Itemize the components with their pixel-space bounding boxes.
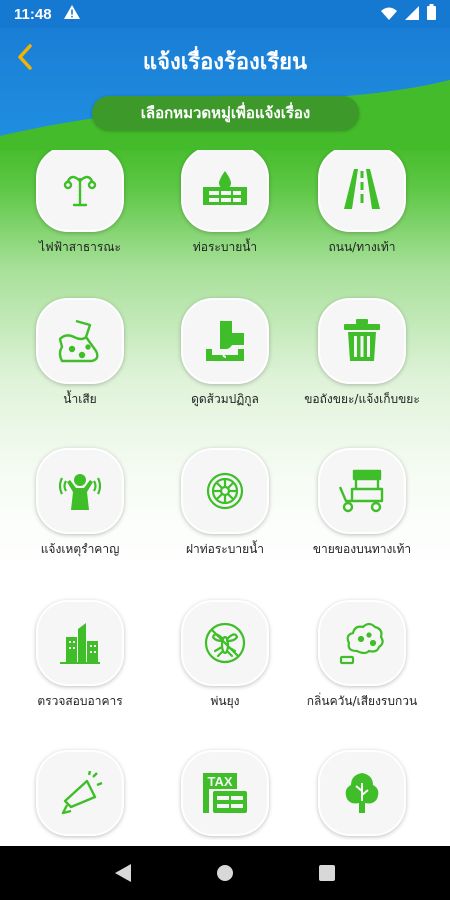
battery-icon: [427, 4, 436, 24]
drain-pipe-icon: [181, 150, 269, 232]
status-time: 11:48: [14, 5, 52, 23]
status-icons: [381, 4, 436, 24]
page-title: แจ้งเรื่องร้องเรียน: [142, 50, 308, 75]
category-label: ขายของบนทางเท้า: [312, 542, 412, 556]
nav-home-button[interactable]: [205, 853, 245, 893]
manhole-cover-icon: [181, 448, 269, 534]
trash-bin-icon: [318, 298, 406, 384]
back-chevron-icon: [18, 44, 32, 70]
street-light-icon: [36, 150, 124, 232]
mosquito-icon: [181, 600, 269, 686]
tax-icon: TAX: [181, 750, 269, 836]
category-label: ท่อระบายน้ำ: [192, 240, 258, 254]
nuisance-icon: [36, 448, 124, 534]
nav-recents-icon: [319, 865, 335, 881]
category-label: ตรวจสอบอาคาร: [37, 694, 123, 708]
smoke-noise-icon: [318, 600, 406, 686]
warning-icon: [63, 5, 80, 23]
street-vendor-icon: [318, 448, 406, 534]
category-label: ฝาท่อระบายน้ำ: [185, 542, 265, 556]
wifi-icon: [381, 5, 397, 24]
nav-home-icon: [217, 865, 233, 881]
category-label: น้ำเสีย: [63, 392, 97, 406]
svg-text:TAX: TAX: [207, 774, 232, 789]
category-grid: ไฟฟ้าสาธารณะ ท่อระบายน้ำ ถนน/ทางเท้า น้ำ…: [0, 150, 450, 846]
category-label: พ่นยุง: [210, 694, 240, 708]
signal-icon: [405, 5, 419, 24]
megaphone-icon: [36, 750, 124, 836]
category-label: ดูดส้วมปฏิกูล: [191, 392, 259, 406]
category-label: แจ้งเหตุรำคาญ: [40, 542, 120, 556]
nav-back-icon: [115, 864, 131, 882]
sewage-pump-icon: [181, 298, 269, 384]
building-icon: [36, 600, 124, 686]
category-label: กลิ่นควัน/เสียงรบกวน: [306, 694, 418, 708]
status-bar: 11:48: [0, 0, 450, 28]
system-nav-bar: [0, 846, 450, 900]
nav-recents-button[interactable]: [307, 853, 347, 893]
category-label: ถนน/ทางเท้า: [328, 240, 396, 254]
category-label: ขอถังขยะ/แจ้งเก็บขยะ: [304, 392, 420, 406]
category-label: ไฟฟ้าสาธารณะ: [39, 240, 121, 254]
road-icon: [318, 150, 406, 232]
nav-back-button[interactable]: [103, 853, 143, 893]
wastewater-icon: [36, 298, 124, 384]
category-subtitle: เลือกหมวดหมู่เพื่อแจ้งเรื่อง: [92, 96, 359, 130]
tree-icon: [318, 750, 406, 836]
back-button[interactable]: [14, 42, 40, 78]
